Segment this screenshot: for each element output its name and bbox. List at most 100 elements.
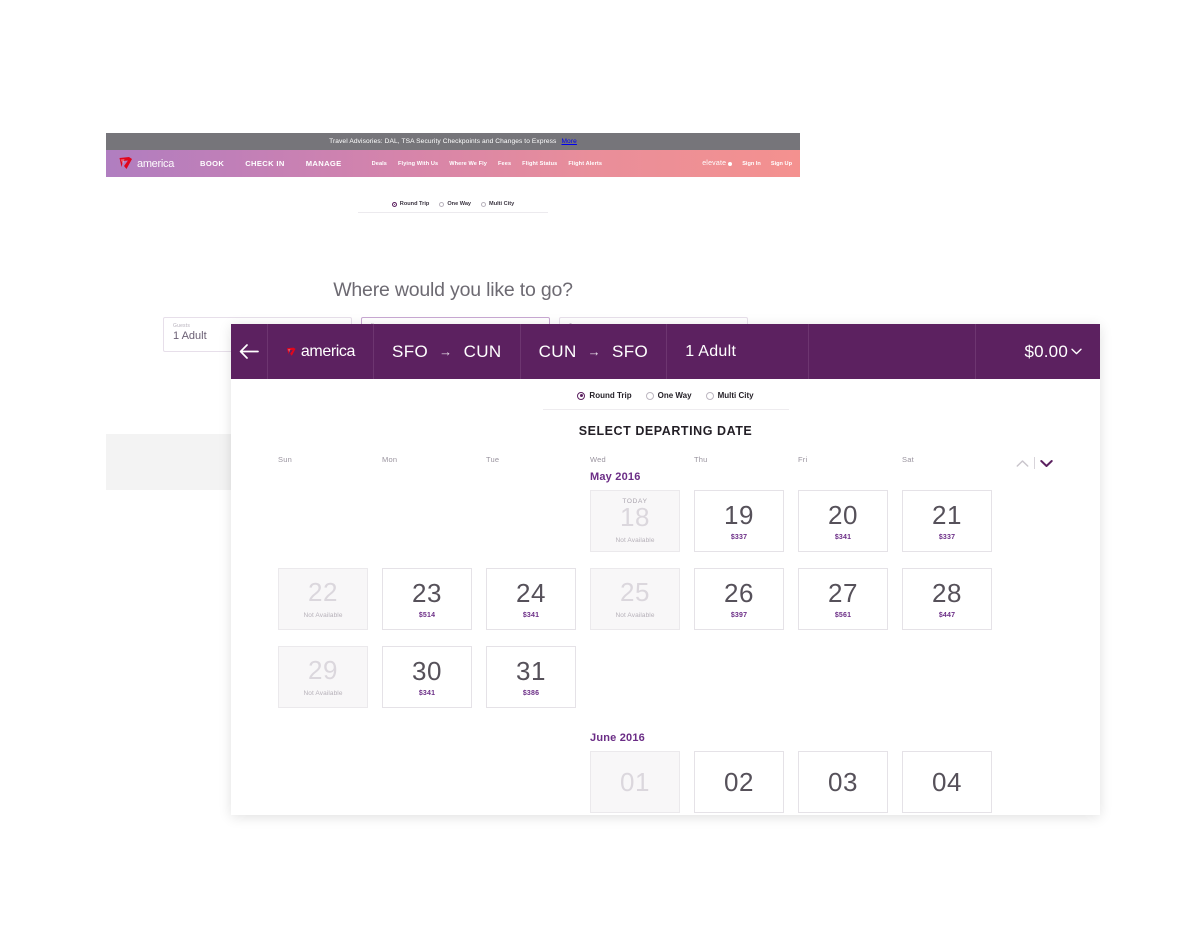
return-arrow-icon: → xyxy=(587,344,602,359)
bg-nav-manage[interactable]: MANAGE xyxy=(306,159,342,168)
return-segment-tab[interactable]: CUN → SFO xyxy=(521,324,668,379)
outbound-destination: CUN xyxy=(463,341,502,361)
day-cell-may-22: 22 Not Available xyxy=(278,568,368,630)
bg-main-links: BOOK CHECK IN MANAGE xyxy=(200,159,342,168)
bg-trip-type-round-trip[interactable]: Round Trip xyxy=(391,201,430,207)
trip-type-multi-city[interactable]: Multi City xyxy=(705,391,754,400)
logo-wordmark-bg: america xyxy=(137,157,175,170)
day-price: $341 xyxy=(834,533,852,541)
bg-trip-type-one-way[interactable]: One Way xyxy=(439,201,471,207)
trip-type-round-trip[interactable]: Round Trip xyxy=(577,391,632,400)
day-cell-june-01: 01 xyxy=(590,751,680,813)
day-cell-june-03[interactable]: 03 xyxy=(798,751,888,813)
bg-nav-flight-alerts[interactable]: Flight Alerts xyxy=(568,161,602,167)
screenshot-root: Travel Advisories: DAL, TSA Security Che… xyxy=(0,0,1200,927)
today-badge: TODAY xyxy=(622,498,648,505)
day-number: 31 xyxy=(516,655,546,686)
day-cell-june-02[interactable]: 02 xyxy=(694,751,784,813)
bg-trip-type-one-way-label: One Way xyxy=(447,201,472,207)
bg-account-links: elevate Sign In Sign Up xyxy=(702,160,792,167)
bg-nav-flight-status[interactable]: Flight Status xyxy=(522,161,557,167)
day-number: 29 xyxy=(308,655,338,685)
back-arrow-icon xyxy=(239,344,259,359)
trip-type-multi-city-label: Multi City xyxy=(717,391,754,400)
chevron-up-icon[interactable] xyxy=(1016,458,1029,469)
day-number: 24 xyxy=(516,577,546,608)
passengers-label: 1 Adult xyxy=(685,342,737,360)
calendar-scroll-area[interactable]: May 2016 TODAY 18 Not Available 19 $337 … xyxy=(278,471,1053,815)
day-cell-may-23[interactable]: 23 $514 xyxy=(382,568,472,630)
bg-sign-up-link[interactable]: Sign Up xyxy=(771,161,792,167)
dow-wed: Wed xyxy=(590,455,606,464)
day-number: 18 xyxy=(620,502,650,532)
total-price-dropdown[interactable]: $0.00 xyxy=(976,324,1100,379)
advisory-more-link[interactable]: More xyxy=(561,138,576,145)
day-cell-june-04[interactable]: 04 xyxy=(902,751,992,813)
day-cell-may-25: 25 Not Available xyxy=(590,568,680,630)
day-price: $386 xyxy=(522,689,540,697)
trip-type-one-way-label: One Way xyxy=(657,391,692,400)
back-button[interactable] xyxy=(231,324,268,379)
elevate-logo[interactable]: elevate xyxy=(702,160,733,167)
day-cell-may-24[interactable]: 24 $341 xyxy=(486,568,576,630)
day-price: $341 xyxy=(522,611,540,619)
modal-header: america SFO → CUN CUN → SFO 1 Adult $0.0… xyxy=(231,324,1100,379)
passengers-tab[interactable]: 1 Adult xyxy=(667,324,810,379)
bg-radio-multi-city-icon xyxy=(481,201,487,207)
day-cell-may-20[interactable]: 20 $341 xyxy=(798,490,888,552)
day-number: 01 xyxy=(620,767,650,797)
trip-type-round-trip-label: Round Trip xyxy=(589,391,632,400)
day-cell-may-19[interactable]: 19 $337 xyxy=(694,490,784,552)
outbound-segment-tab[interactable]: SFO → CUN xyxy=(374,324,521,379)
dow-sun: Sun xyxy=(278,455,292,464)
dow-fri: Fri xyxy=(798,455,808,464)
bg-sign-in-link[interactable]: Sign In xyxy=(742,161,761,167)
calendar-scroll-controls xyxy=(1016,457,1053,469)
virgin-america-logo-bg[interactable]: america xyxy=(118,156,174,171)
dow-thu: Thu xyxy=(694,455,708,464)
chevron-down-icon-calendar[interactable] xyxy=(1040,458,1053,469)
elevate-label: elevate xyxy=(702,160,727,167)
day-cell-may-26[interactable]: 26 $397 xyxy=(694,568,784,630)
day-price: $337 xyxy=(938,533,956,541)
page-title: SELECT DEPARTING DATE xyxy=(578,424,753,438)
dow-sat: Sat xyxy=(902,455,914,464)
day-cell-may-27[interactable]: 27 $561 xyxy=(798,568,888,630)
return-origin: CUN xyxy=(538,341,577,361)
day-cell-may-28[interactable]: 28 $447 xyxy=(902,568,992,630)
return-destination: SFO xyxy=(612,341,649,361)
bg-nav-where-we-fly[interactable]: Where We Fly xyxy=(449,161,487,167)
day-number: 21 xyxy=(932,499,962,530)
bg-radio-round-trip-icon xyxy=(391,201,397,207)
bg-nav-deals[interactable]: Deals xyxy=(372,161,387,167)
virgin-america-logo-modal[interactable]: america xyxy=(268,324,374,379)
travel-advisory-bar: Travel Advisories: DAL, TSA Security Che… xyxy=(106,133,800,150)
modal-trip-type-group: Round Trip One Way Multi City xyxy=(542,391,789,410)
day-number: 25 xyxy=(620,577,650,607)
bg-nav-fees[interactable]: Fees xyxy=(498,161,511,167)
day-cell-may-18: TODAY 18 Not Available xyxy=(590,490,680,552)
day-cell-may-21[interactable]: 21 $337 xyxy=(902,490,992,552)
day-number: 28 xyxy=(932,577,962,608)
scroll-controls-divider xyxy=(1034,457,1035,469)
bg-nav-check-in[interactable]: CHECK IN xyxy=(245,159,285,168)
day-price: $337 xyxy=(730,533,748,541)
not-available-label: Not Available xyxy=(303,690,343,697)
radio-one-way-icon xyxy=(645,391,654,400)
day-price: $561 xyxy=(834,611,852,619)
total-price-value: $0.00 xyxy=(1024,341,1068,361)
bg-trip-type-multi-city-label: Multi City xyxy=(489,201,515,207)
date-picker-modal: america SFO → CUN CUN → SFO 1 Adult $0.0… xyxy=(231,324,1100,815)
bg-nav-flying-with-us[interactable]: Flying With Us xyxy=(398,161,438,167)
day-cell-may-31[interactable]: 31 $386 xyxy=(486,646,576,708)
radio-multi-city-icon xyxy=(705,391,714,400)
day-cell-may-30[interactable]: 30 $341 xyxy=(382,646,472,708)
bg-trip-type-round-trip-label: Round Trip xyxy=(399,201,430,207)
virgin-swoosh-icon xyxy=(119,157,132,169)
trip-type-one-way[interactable]: One Way xyxy=(645,391,692,400)
day-cell-may-29: 29 Not Available xyxy=(278,646,368,708)
bg-nav-book[interactable]: BOOK xyxy=(200,159,224,168)
month-label-june: June 2016 xyxy=(590,732,646,744)
bg-trip-type-multi-city[interactable]: Multi City xyxy=(481,201,514,207)
bg-sub-links: Deals Flying With Us Where We Fly Fees F… xyxy=(372,161,602,167)
